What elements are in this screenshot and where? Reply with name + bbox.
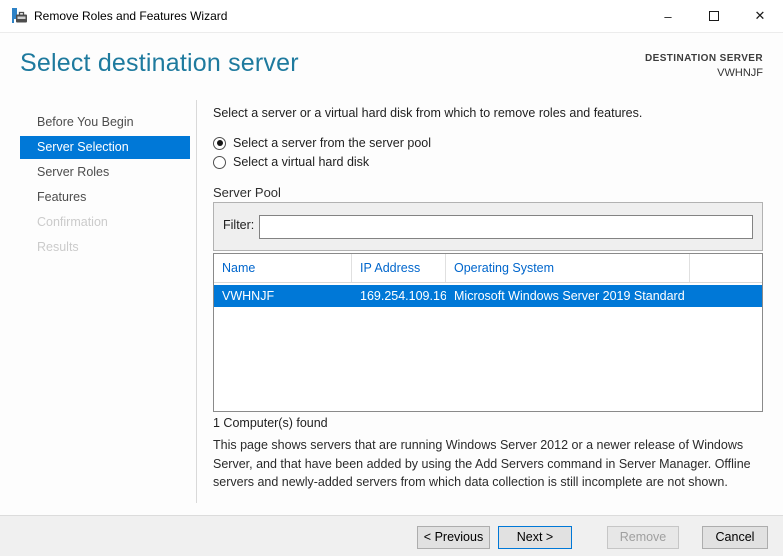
sidebar-item-server-roles[interactable]: Server Roles <box>20 161 190 184</box>
column-header-name[interactable]: Name <box>214 254 352 282</box>
radio-selected-icon <box>213 136 226 150</box>
title-bar: Remove Roles and Features Wizard – ✕ <box>0 0 783 33</box>
radio-select-vhd[interactable]: Select a virtual hard disk <box>213 155 369 169</box>
sidebar-item-confirmation: Confirmation <box>37 215 108 229</box>
column-header-empty <box>690 254 762 282</box>
cell-server-name: VWHNJF <box>222 289 275 303</box>
table-row-selected[interactable]: VWHNJF 169.254.109.16... Microsoft Windo… <box>214 285 762 307</box>
next-button[interactable]: Next > <box>498 526 572 549</box>
radio-server-pool-label: Select a server from the server pool <box>233 136 431 150</box>
close-button[interactable]: ✕ <box>737 0 783 32</box>
intro-text: Select a server or a virtual hard disk f… <box>213 106 643 120</box>
sidebar-item-features[interactable]: Features <box>20 186 190 209</box>
sidebar-item-before-you-begin[interactable]: Before You Begin <box>20 111 190 134</box>
minimize-button[interactable]: – <box>645 0 691 32</box>
previous-button[interactable]: < Previous <box>417 526 490 549</box>
destination-server-value: VWHNJF <box>717 67 763 79</box>
maximize-button[interactable] <box>691 0 737 32</box>
cell-empty <box>690 285 762 307</box>
column-header-ip-address[interactable]: IP Address <box>352 254 446 282</box>
server-manager-icon <box>11 8 27 24</box>
filter-input[interactable] <box>259 215 753 239</box>
table-header-row: Name IP Address Operating System <box>214 254 762 283</box>
page-description: This page shows servers that are running… <box>213 438 751 489</box>
server-pool-table: Name IP Address Operating System VWHNJF … <box>213 253 763 412</box>
computers-found-status: 1 Computer(s) found <box>213 416 328 430</box>
maximize-icon <box>709 11 719 21</box>
sidebar-divider <box>196 100 197 503</box>
destination-server-label: DESTINATION SERVER <box>645 53 763 64</box>
column-header-operating-system[interactable]: Operating System <box>446 254 690 282</box>
radio-unselected-icon <box>213 155 226 169</box>
page-title: Select destination server <box>20 49 299 77</box>
window-title: Remove Roles and Features Wizard <box>34 9 228 23</box>
cell-server-ip: 169.254.109.16... <box>360 289 446 303</box>
radio-vhd-label: Select a virtual hard disk <box>233 155 370 169</box>
cancel-button[interactable]: Cancel <box>702 526 768 549</box>
window-controls: – ✕ <box>645 0 783 32</box>
filter-panel: Filter: <box>213 202 763 251</box>
destination-server-block: DESTINATION SERVER VWHNJF <box>645 53 763 79</box>
filter-label: Filter: <box>223 218 255 232</box>
radio-select-server-pool[interactable]: Select a server from the server pool <box>213 136 431 150</box>
wizard-window: Remove Roles and Features Wizard – ✕ Sel… <box>0 0 783 556</box>
remove-button: Remove <box>607 526 679 549</box>
wizard-steps-nav: Before You Begin Server Selection Server… <box>20 111 190 261</box>
sidebar-item-results: Results <box>37 240 79 254</box>
sidebar-item-server-selection[interactable]: Server Selection <box>20 136 190 159</box>
server-pool-heading: Server Pool <box>213 185 281 200</box>
cell-server-os: Microsoft Windows Server 2019 Standard <box>454 289 685 303</box>
